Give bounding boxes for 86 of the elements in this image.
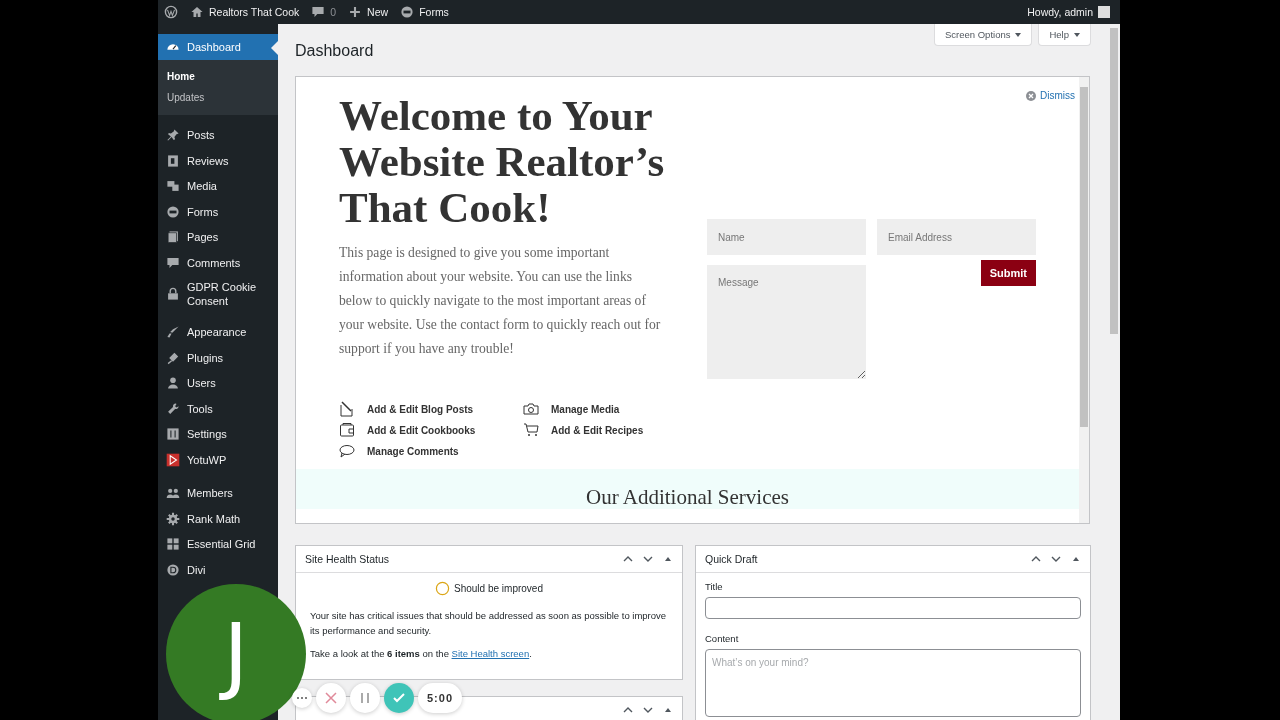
sidebar-item[interactable]: Members (158, 480, 278, 506)
sidebar-item[interactable]: YotuWP (158, 447, 278, 473)
sidebar-item[interactable]: Reviews (158, 148, 278, 174)
close-icon (324, 691, 338, 705)
sidebar-item[interactable]: Pages (158, 224, 278, 250)
scrollbar[interactable] (1079, 77, 1089, 523)
sidebar-item[interactable]: GDPR Cookie Consent (158, 275, 278, 312)
plus-icon (348, 5, 363, 19)
sidebar-item[interactable]: Divi (158, 557, 278, 583)
user-icon (166, 376, 180, 391)
lock-icon (166, 286, 180, 301)
widget-title: Quick Draft (705, 553, 758, 565)
comment-icon (166, 255, 180, 270)
title-field[interactable] (705, 597, 1081, 619)
grid-icon (166, 537, 180, 552)
quick-link[interactable]: Manage Comments (339, 443, 523, 459)
check-icon (392, 691, 406, 705)
sidebar-item[interactable]: Posts (158, 122, 278, 148)
sliders-icon (166, 427, 180, 442)
submit-button[interactable]: Submit (980, 260, 1036, 286)
content-field[interactable]: What’s on your mind? (705, 649, 1081, 717)
sidebar-item[interactable]: Essential Grid (158, 531, 278, 557)
edit-icon (339, 401, 355, 417)
message-field[interactable]: Message (707, 265, 866, 379)
play-icon (166, 452, 180, 467)
wallet-icon (339, 422, 355, 438)
dismiss-link[interactable]: Dismiss (1026, 90, 1075, 101)
screen-options-button[interactable]: Screen Options (933, 24, 1033, 46)
status-ring-icon (435, 581, 450, 596)
site-link[interactable]: Realtors That Cook (190, 5, 300, 19)
welcome-heading: Welcome to Your Website Realtor’s That Cook! (339, 93, 666, 231)
field-label: Title (705, 581, 724, 592)
plug-icon (166, 350, 180, 365)
section-heading: Our Additional Services (586, 485, 789, 509)
text-field[interactable]: Email Address (877, 219, 1036, 255)
quick-link[interactable]: Add & Edit Cookbooks (339, 422, 523, 438)
sidebar-item[interactable]: Dashboard (158, 34, 278, 60)
circle-icon (166, 562, 180, 577)
sidebar-item[interactable]: Media (158, 173, 278, 199)
field-label: Content (705, 633, 740, 644)
form-icon (166, 204, 180, 219)
comments-link[interactable]: 0 (311, 5, 337, 19)
pages-icon (166, 230, 180, 245)
sidebar-item[interactable]: Rank Math (158, 506, 278, 532)
sidebar-item[interactable]: Comments (158, 250, 278, 276)
caret-icon (1015, 32, 1022, 37)
page-title: Dashboard (295, 42, 374, 60)
form-icon (400, 5, 415, 19)
home-icon (190, 5, 204, 19)
widget-title: Site Health Status (305, 553, 390, 565)
brush-icon (166, 325, 180, 340)
health-action-text: Take a look at the 6 items on the Site Health screen. (310, 647, 533, 661)
health-text: Your site has critical issues that should be addressed as soon as possible to improve its performance and security. (310, 609, 668, 638)
new-link[interactable]: New (348, 5, 389, 19)
submenu-item[interactable]: Updates (158, 86, 278, 108)
quick-link[interactable]: Add & Edit Blog Posts (339, 401, 523, 417)
forms-link[interactable]: Forms (400, 5, 449, 19)
quick-link[interactable]: Manage Media (523, 401, 673, 417)
status-text: Should be improved (454, 583, 543, 594)
square-icon (166, 153, 180, 168)
sidebar-item[interactable]: Appearance (158, 319, 278, 345)
quick-link[interactable]: Add & Edit Recipes (523, 422, 673, 438)
text-field[interactable]: Name (707, 219, 866, 255)
avatar-icon (1098, 6, 1110, 18)
logo-icon (164, 5, 178, 19)
cart-icon (523, 422, 539, 438)
sidebar-item[interactable]: Users (158, 370, 278, 396)
media-icon (166, 179, 180, 194)
sidebar-item[interactable]: Plugins (158, 345, 278, 371)
caret-icon (1074, 32, 1080, 37)
sidebar-item[interactable]: Forms (158, 199, 278, 225)
comment-icon (311, 5, 326, 19)
sidebar-item[interactable]: Tools (158, 396, 278, 422)
help-button[interactable]: Help (1038, 24, 1091, 46)
group-icon (166, 486, 180, 501)
pause-icon (358, 691, 372, 705)
pin-icon (166, 128, 180, 143)
camera-icon (523, 401, 539, 417)
submenu-item[interactable]: Home (158, 65, 278, 87)
account-link[interactable]: Howdy, admin (1027, 6, 1110, 18)
gear-icon (166, 511, 180, 526)
close-icon (1026, 90, 1036, 101)
intro-paragraph: This page is designed to give you some important information about your website. You can use the links below to quickly navigate to the most important areas of your website. Use the contact form to quickly reach out for support if you have any trouble! (339, 244, 662, 358)
wrench-icon (166, 401, 180, 416)
speech-bubble-icon (339, 443, 355, 459)
sidebar-item[interactable]: Settings (158, 421, 278, 447)
